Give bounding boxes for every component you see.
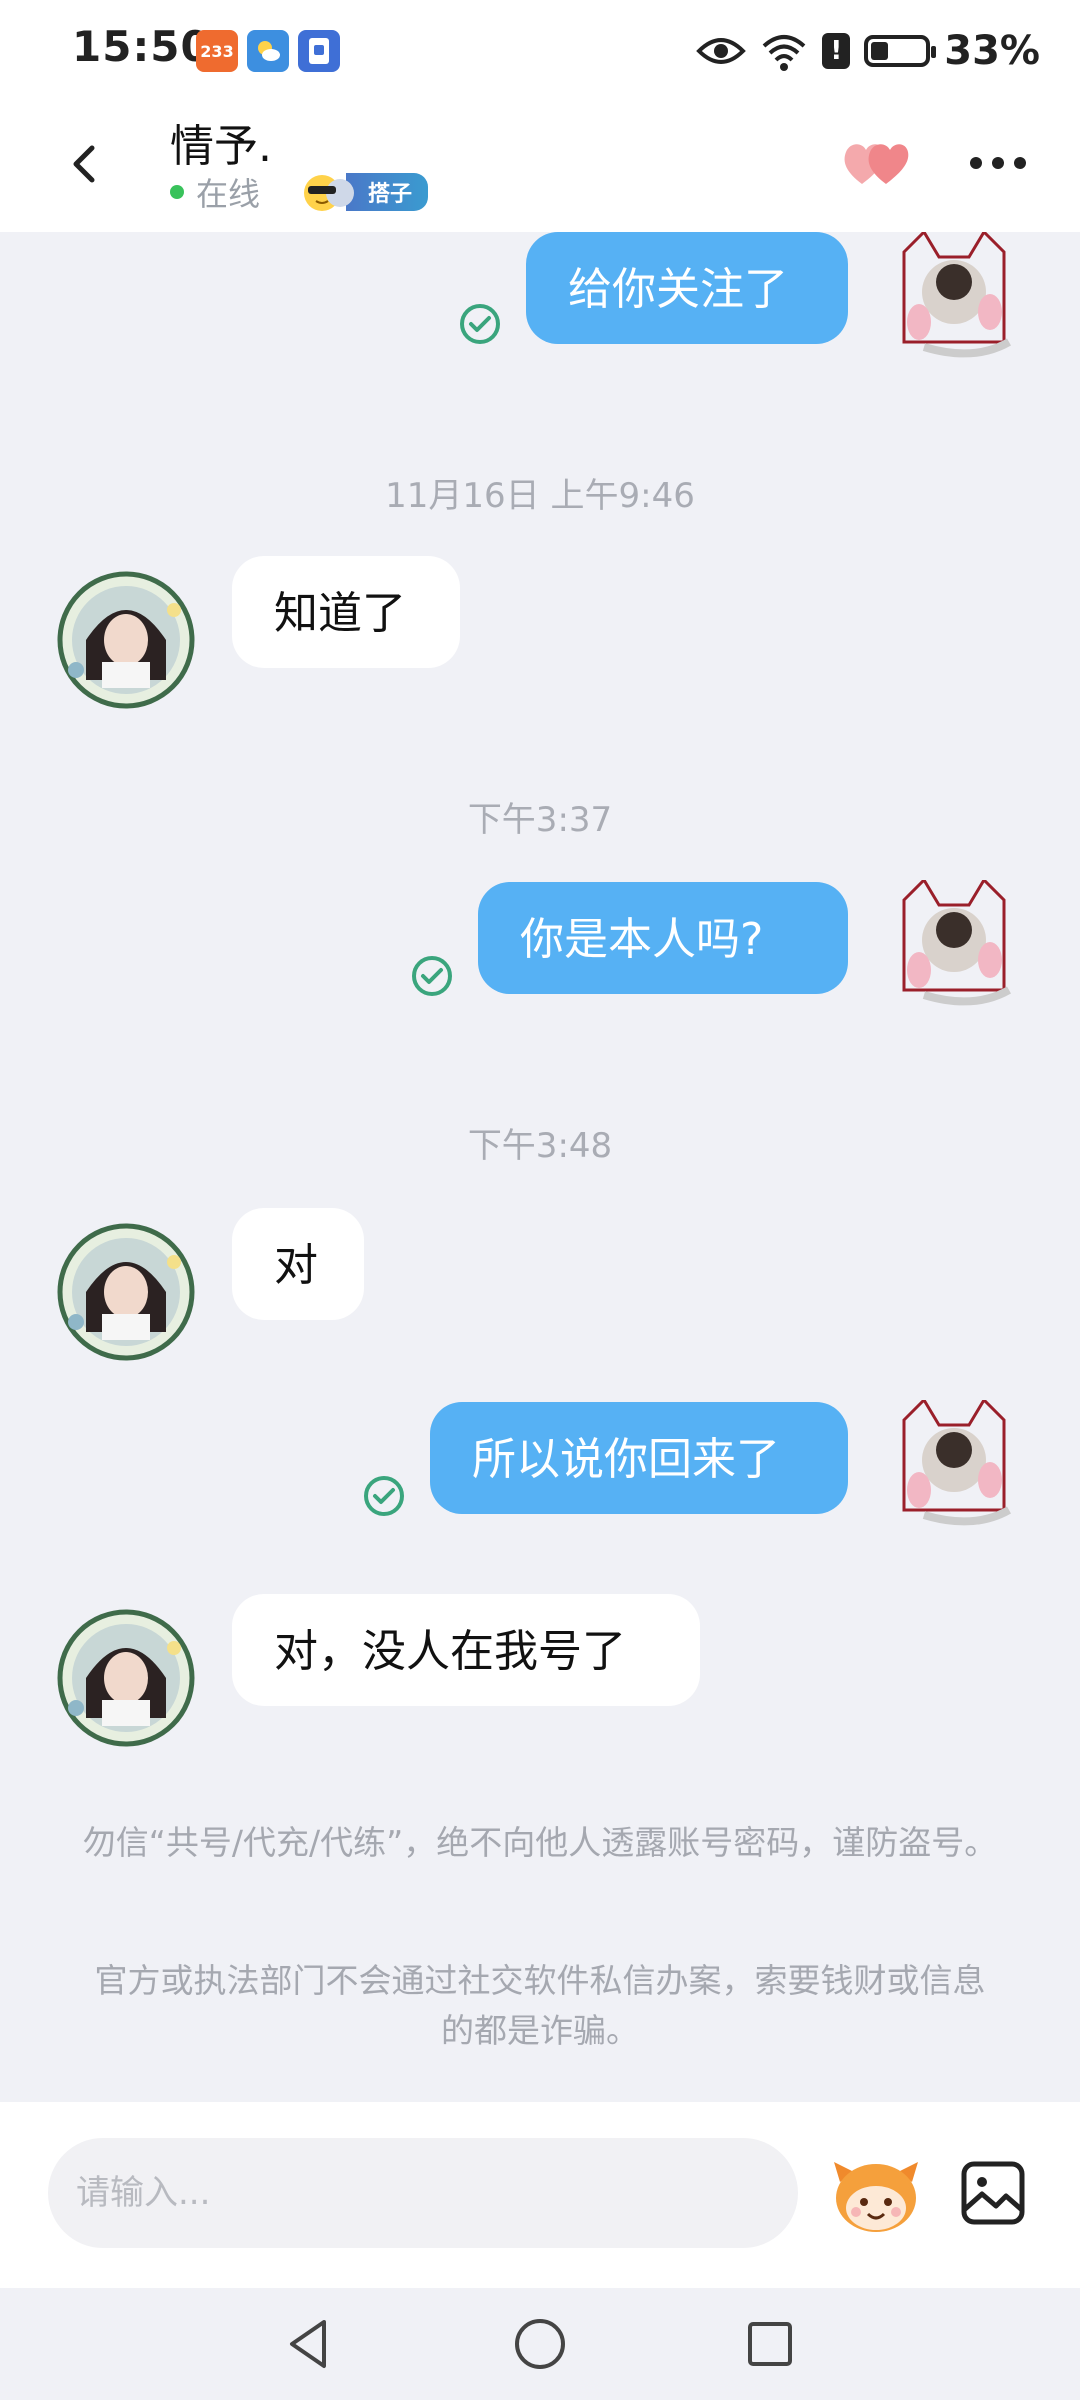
intimacy-button[interactable]: [840, 132, 914, 192]
contact-name[interactable]: 情予.: [170, 110, 272, 174]
eye-icon: [696, 38, 747, 64]
chat-header: 情予. 在线 搭子: [0, 100, 1080, 232]
hearts-icon: [844, 144, 909, 184]
my-avatar[interactable]: [884, 1397, 1024, 1540]
online-text: 在线: [196, 175, 261, 213]
my-avatar[interactable]: [884, 877, 1024, 1020]
online-status: 在线 搭子: [170, 172, 429, 213]
contact-avatar[interactable]: [56, 1222, 196, 1362]
more-button[interactable]: [966, 138, 1030, 188]
incoming-message[interactable]: 对: [232, 1208, 364, 1320]
battery-percent: 33%: [944, 28, 1040, 74]
system-nav-bar: [0, 2288, 1080, 2400]
contact-avatar[interactable]: [56, 570, 196, 710]
alert-icon: !: [822, 33, 851, 69]
message-list[interactable]: 给你关注了 11月16日 上午9:46 知道了 下午3:37 你是本人吗? 下午…: [0, 229, 1080, 2102]
check-circle-icon: [412, 956, 452, 996]
contact-avatar[interactable]: [56, 1608, 196, 1748]
message-input[interactable]: [48, 2138, 798, 2248]
incoming-message[interactable]: 对，没人在我号了: [232, 1594, 700, 1706]
input-bar: [0, 2102, 1080, 2288]
more-horizontal-icon: [970, 157, 1026, 169]
square-recent-icon: [748, 2322, 792, 2366]
nav-back-button[interactable]: [278, 2312, 342, 2376]
image-button[interactable]: [958, 2158, 1028, 2228]
status-bar: 15:50 233 ! 33%: [0, 0, 1080, 100]
my-avatar[interactable]: [884, 229, 1024, 372]
check-circle-icon: [460, 304, 500, 344]
safety-notice: 官方或执法部门不会通过社交软件私信办案，索要钱财或信息的都是诈骗。: [94, 1961, 986, 2050]
safety-notice: 勿信“共号/代充/代练”，绝不向他人透露账号密码，谨防盗号。: [82, 1823, 998, 1862]
outgoing-message[interactable]: 给你关注了: [526, 232, 848, 344]
partner-tag: 搭子: [346, 173, 429, 211]
timestamp: 下午3:37: [467, 800, 613, 840]
battery-icon: [864, 35, 937, 67]
status-icons: ! 33%: [696, 26, 1040, 76]
check-circle-icon: [364, 1476, 404, 1516]
circle-home-icon: [515, 2319, 565, 2369]
outgoing-message[interactable]: 所以说你回来了: [430, 1402, 848, 1514]
chevron-left-icon: [73, 145, 95, 183]
partner-badge[interactable]: 搭子: [300, 173, 429, 211]
back-button[interactable]: [52, 128, 122, 198]
nav-recent-button[interactable]: [738, 2312, 802, 2376]
weather-app-icon: [247, 30, 289, 72]
nav-home-button[interactable]: [508, 2312, 572, 2376]
status-time: 15:50: [72, 22, 211, 71]
sunglasses-emoji-icon: [304, 175, 355, 211]
wifi-icon: [762, 35, 806, 71]
incoming-message[interactable]: 知道了: [232, 556, 460, 668]
emoji-face-icon: [834, 2162, 918, 2232]
emoji-button[interactable]: [830, 2152, 922, 2238]
app-233-icon: 233: [196, 30, 238, 72]
image-icon: [961, 2161, 1025, 2225]
timestamp: 11月16日 上午9:46: [385, 476, 695, 516]
online-dot: [170, 185, 184, 199]
notes-app-icon: [298, 30, 340, 72]
timestamp: 下午3:48: [467, 1126, 613, 1166]
triangle-back-icon: [290, 2320, 326, 2368]
outgoing-message[interactable]: 你是本人吗?: [478, 882, 848, 994]
